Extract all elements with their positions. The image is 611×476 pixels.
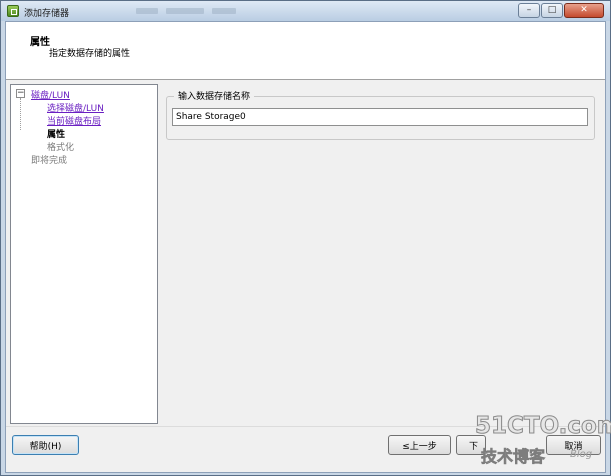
back-button[interactable]: ≤上一步 [388,435,451,455]
wizard-content: 输入数据存储名称 [160,84,605,424]
page-title: 属性 [30,37,50,48]
nav-step-format: 格式化 [47,143,75,153]
wizard-step-nav: − 磁盘/LUN 选择磁盘/LUN 当前磁盘布局 属性 格式化 即将完成 [10,84,158,424]
wizard-client-area: 属性 指定数据存储的属性 − 磁盘/LUN 选择磁盘/LUN 当前磁盘布局 属性… [5,21,606,473]
nav-step-ready-to-complete: 即将完成 [31,156,68,166]
datastore-name-label: 输入数据存储名称 [174,89,255,102]
collapse-toggle-icon[interactable]: − [16,89,25,98]
background-menu-ghost [136,8,251,15]
title-bar[interactable]: 添加存储器 – □ ✕ [1,1,610,21]
window-title: 添加存储器 [24,9,70,19]
help-button[interactable]: 帮助(H) [12,435,79,455]
wizard-header: 属性 指定数据存储的属性 [6,22,605,80]
minimize-button[interactable]: – [518,3,540,18]
nav-step-current-layout[interactable]: 当前磁盘布局 [47,114,101,127]
datastore-name-input[interactable] [172,108,588,126]
tree-connector [20,98,21,130]
nav-step-properties: 属性 [47,130,66,140]
cancel-button[interactable]: 取消 [546,435,601,455]
nav-step-disk-lun[interactable]: 磁盘/LUN [31,88,70,101]
nav-step-select-disk[interactable]: 选择磁盘/LUN [47,101,104,114]
vsphere-app-icon [7,5,19,17]
add-storage-window: 添加存储器 – □ ✕ 属性 指定数据存储的属性 − 磁盘/LUN 选择磁盘/L… [0,0,611,476]
maximize-button[interactable]: □ [541,3,563,18]
page-subtitle: 指定数据存储的属性 [49,49,131,59]
footer-divider [6,426,605,427]
next-button[interactable]: 下 [456,435,486,455]
close-button[interactable]: ✕ [564,3,604,18]
